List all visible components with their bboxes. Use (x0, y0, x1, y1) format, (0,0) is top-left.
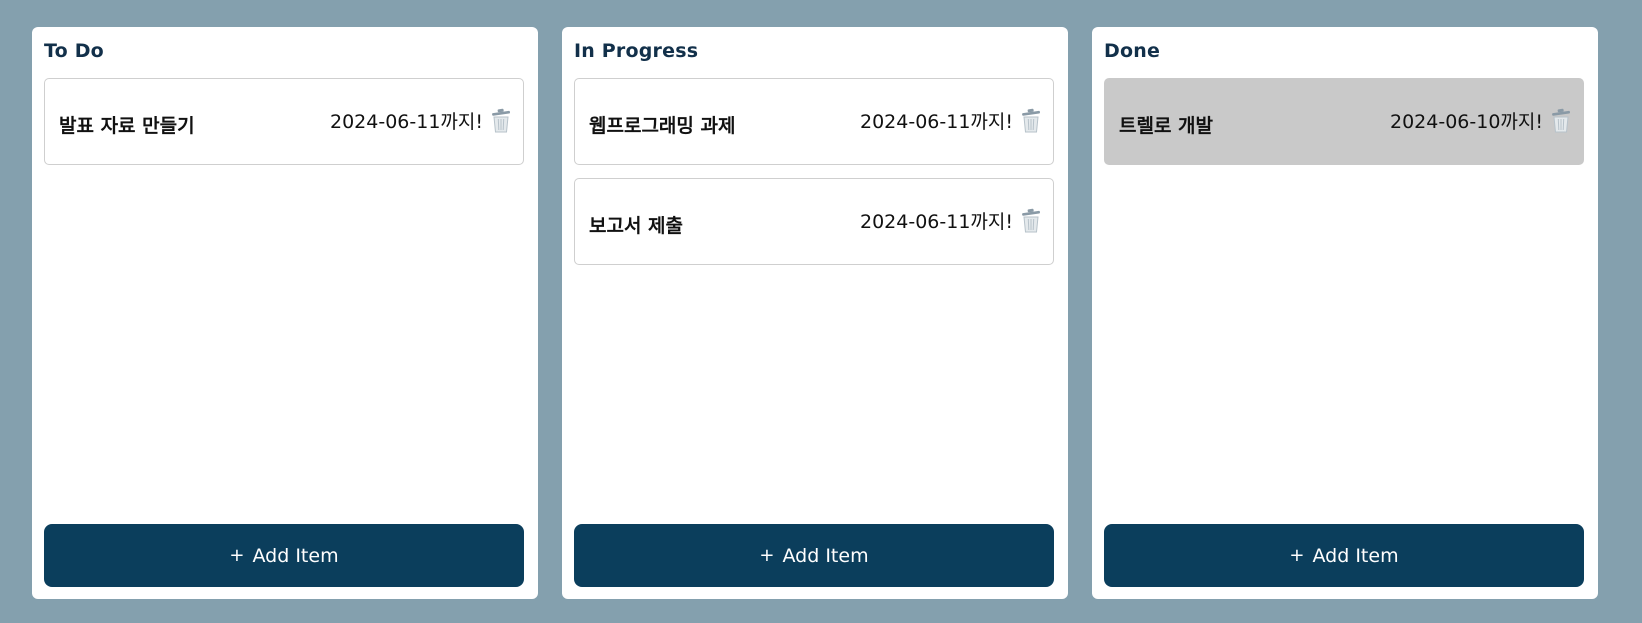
column-todo: To Do 발표 자료 만들기 2024-06-11까지! + Add Item (32, 27, 538, 599)
card-list: 웹프로그래밍 과제 2024-06-11까지! 보고서 제출 2024-06-1… (574, 78, 1054, 278)
card-title: 웹프로그래밍 과제 (589, 115, 736, 137)
kanban-board: To Do 발표 자료 만들기 2024-06-11까지! + Add Item… (0, 0, 1642, 623)
column-title: Done (1104, 40, 1161, 62)
column-title: In Progress (574, 40, 699, 62)
trash-icon[interactable] (1021, 108, 1041, 134)
card-meta: 2024-06-11까지! (860, 107, 1041, 134)
column-done: Done 트렐로 개발 2024-06-10까지! + Add Item (1092, 27, 1598, 599)
add-item-label: Add Item (782, 544, 869, 567)
trash-icon[interactable] (491, 108, 511, 134)
trash-icon[interactable] (1021, 208, 1041, 234)
card[interactable]: 발표 자료 만들기 2024-06-11까지! (44, 78, 524, 165)
plus-icon: + (229, 545, 245, 566)
add-item-button[interactable]: + Add Item (1104, 524, 1584, 587)
card-due-date: 2024-06-11까지! (330, 111, 483, 133)
card-meta: 2024-06-10까지! (1390, 107, 1571, 134)
add-item-label: Add Item (252, 544, 339, 567)
trash-icon[interactable] (1551, 108, 1571, 134)
card-title: 보고서 제출 (589, 215, 684, 237)
card-due-date: 2024-06-11까지! (860, 211, 1013, 233)
card[interactable]: 보고서 제출 2024-06-11까지! (574, 178, 1054, 265)
card-meta: 2024-06-11까지! (330, 107, 511, 134)
add-item-button[interactable]: + Add Item (574, 524, 1054, 587)
card-title: 발표 자료 만들기 (59, 115, 195, 137)
card-due-date: 2024-06-11까지! (860, 111, 1013, 133)
card-title: 트렐로 개발 (1119, 115, 1214, 137)
card[interactable]: 웹프로그래밍 과제 2024-06-11까지! (574, 78, 1054, 165)
card-done[interactable]: 트렐로 개발 2024-06-10까지! (1104, 78, 1584, 165)
column-in-progress: In Progress 웹프로그래밍 과제 2024-06-11까지! 보고서 … (562, 27, 1068, 599)
plus-icon: + (759, 545, 775, 566)
card-list: 발표 자료 만들기 2024-06-11까지! (44, 78, 524, 178)
card-due-date: 2024-06-10까지! (1390, 111, 1543, 133)
add-item-button[interactable]: + Add Item (44, 524, 524, 587)
card-list: 트렐로 개발 2024-06-10까지! (1104, 78, 1584, 178)
card-meta: 2024-06-11까지! (860, 207, 1041, 234)
column-title: To Do (44, 40, 104, 62)
add-item-label: Add Item (1312, 544, 1399, 567)
plus-icon: + (1289, 545, 1305, 566)
